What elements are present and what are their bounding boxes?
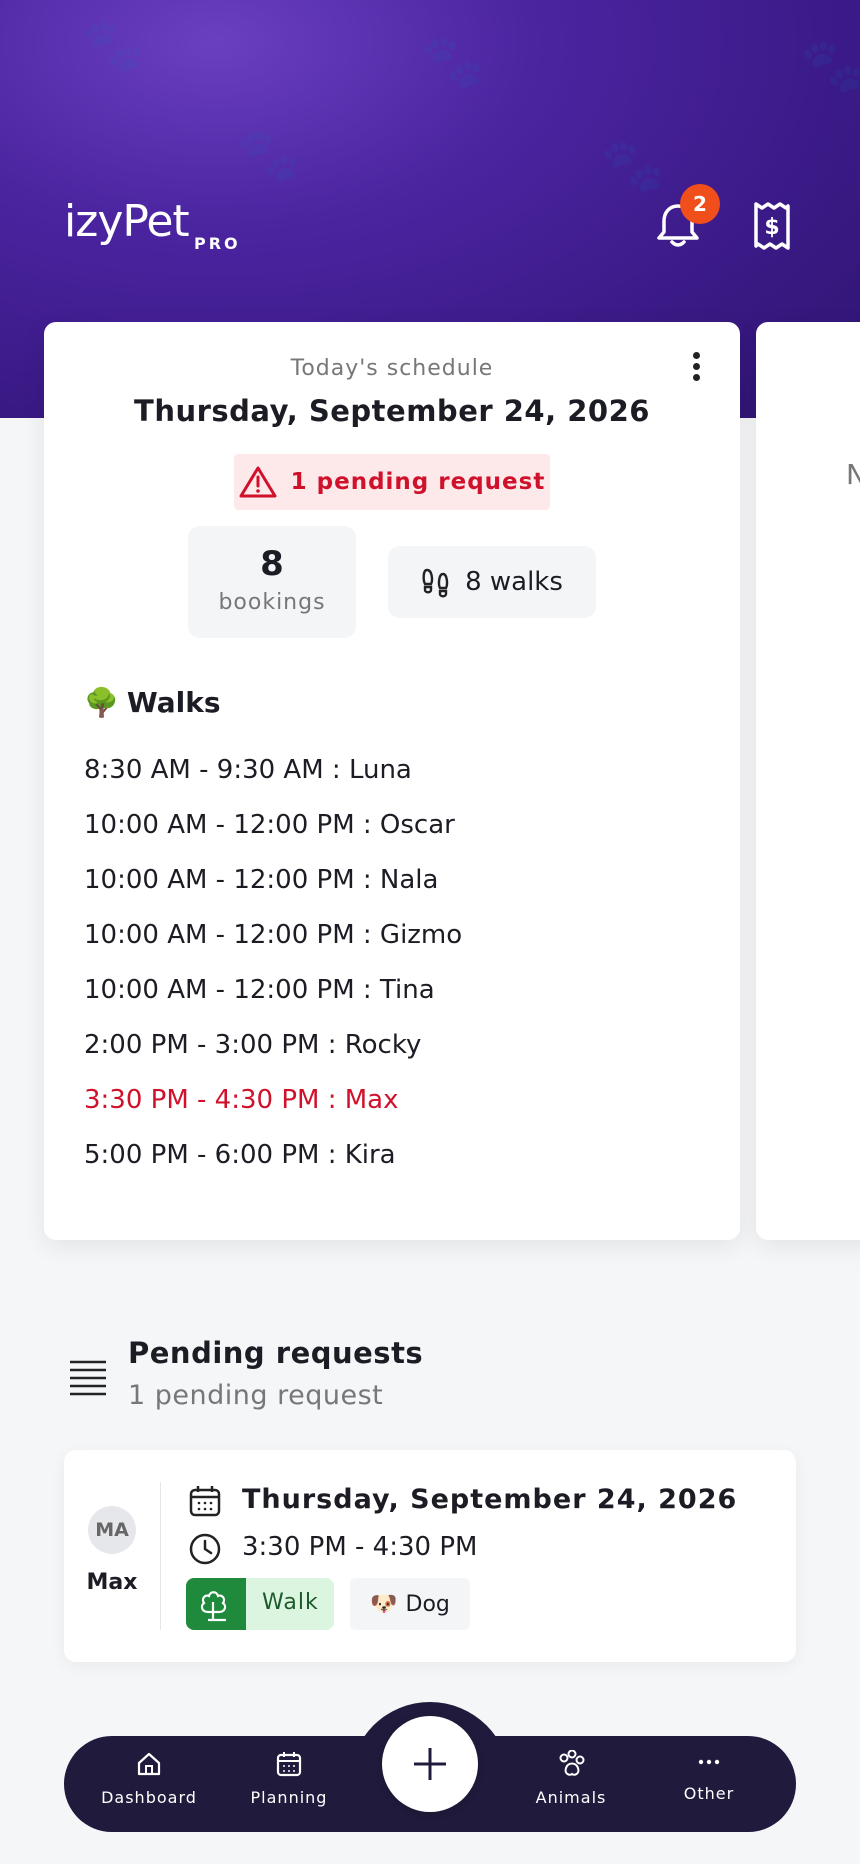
notification-badge: 2 [680,184,720,224]
service-tag-label: Walk [262,1590,319,1615]
paw-icon: 🐾 [236,126,301,186]
app-logo: izyPet [64,196,190,247]
receipt-dollar-icon[interactable]: $ [748,200,796,252]
tree-icon: 🌳 [84,686,119,719]
walks-section-title: 🌳 Walks [84,686,221,719]
walk-item-pending[interactable]: 3:30 PM - 4:30 PM : Max [84,1080,462,1135]
paw-icon: 🐾 [600,136,665,196]
walk-item[interactable]: 5:00 PM - 6:00 PM : Kira [84,1135,462,1190]
walk-item[interactable]: 8:30 AM - 9:30 AM : Luna [84,750,462,805]
bookings-count: 8 [260,544,284,584]
walks-summary-text: 8 walks [465,567,563,597]
clock-icon [189,1533,221,1565]
walk-item[interactable]: 10:00 AM - 12:00 PM : Nala [84,860,462,915]
walk-item[interactable]: 10:00 AM - 12:00 PM : Gizmo [84,915,462,970]
species-tag-label: Dog [405,1591,450,1617]
calendar-icon [276,1752,302,1777]
calendar-icon [189,1486,221,1517]
walks-summary-chip: 8 walks [388,546,596,618]
home-icon [137,1752,161,1776]
list-icon [70,1360,106,1396]
pending-alert-pill[interactable]: 1 pending request [234,454,550,510]
svg-text:$: $ [764,215,779,240]
plus-icon [414,1748,446,1780]
nav-item-animals[interactable]: Animals [506,1750,636,1807]
nav-item-label: Animals [535,1788,607,1807]
paw-icon [559,1750,585,1776]
walk-item[interactable]: 2:00 PM - 3:00 PM : Rocky [84,1025,462,1080]
walk-item[interactable]: 10:00 AM - 12:00 PM : Oscar [84,805,462,860]
request-date: Thursday, September 24, 2026 [242,1484,738,1515]
bookings-stat: 8 bookings [188,526,356,638]
request-time: 3:30 PM - 4:30 PM [242,1532,478,1562]
warning-icon [239,466,277,498]
footprints-icon [422,568,449,598]
paw-icon: 🐾 [80,16,145,76]
pending-alert-text: 1 pending request [290,469,546,495]
dog-icon: 🐶 [370,1591,398,1617]
walk-item[interactable]: 10:00 AM - 12:00 PM : Tina [84,970,462,1025]
schedule-label: Today's schedule [290,356,494,381]
nav-item-dashboard[interactable]: Dashboard [84,1750,214,1807]
paw-icon: 🐾 [420,32,485,92]
nav-item-label: Planning [250,1788,328,1807]
service-tag-walk: Walk [186,1578,334,1630]
bookings-label: bookings [218,590,326,615]
request-animal-name: Max [86,1570,138,1595]
nav-item-planning[interactable]: Planning [224,1750,354,1807]
species-tag: 🐶 Dog [350,1578,470,1630]
paw-icon: 🐾 [800,36,860,96]
next-card-peek[interactable] [756,322,860,1240]
more-icon [698,1759,720,1765]
park-icon [186,1578,246,1630]
nav-item-label: Dashboard [101,1788,197,1807]
add-button[interactable] [382,1716,478,1812]
pending-requests-title: Pending requests [128,1336,424,1370]
divider [160,1482,161,1630]
nav-item-other[interactable]: Other [644,1750,774,1803]
app-tier-badge: PRO [194,234,241,253]
walks-section-label: Walks [126,686,221,719]
schedule-date: Thursday, September 24, 2026 [134,394,650,428]
avatar: MA [88,1506,136,1554]
walk-list: 8:30 AM - 9:30 AM : Luna 10:00 AM - 12:0… [84,750,462,1190]
pending-requests-subtitle: 1 pending request [128,1380,384,1411]
nav-item-label: Other [683,1784,735,1803]
next-card-peek-text: N [846,458,860,491]
